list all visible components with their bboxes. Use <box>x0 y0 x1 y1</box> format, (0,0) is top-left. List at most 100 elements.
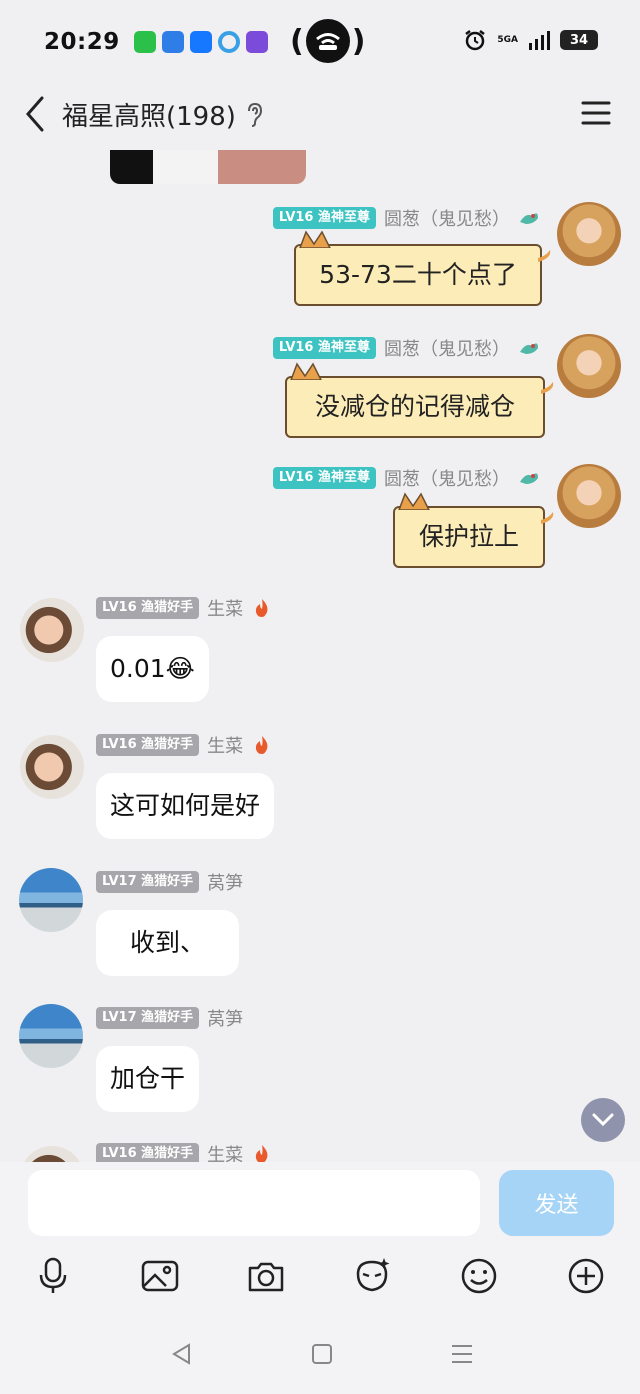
flame-tag-icon <box>256 736 268 754</box>
app-ring-icon <box>217 31 240 53</box>
microphone-icon[interactable] <box>33 1256 73 1296</box>
wechat-icon <box>133 31 156 53</box>
emoji-icon[interactable] <box>459 1256 499 1296</box>
cat-tail-decoration <box>541 382 554 394</box>
message-item: LV16 渔猎好手 生菜 0.01😂 <box>0 594 640 714</box>
avatar[interactable] <box>19 868 83 932</box>
message-text: 53-73二十个点了 <box>319 260 517 289</box>
message-bubble[interactable]: 加仓干 <box>96 1046 200 1112</box>
app-purple-icon <box>245 31 268 53</box>
dragon-tag-icon <box>520 213 538 224</box>
message-text: 加仓干 <box>110 1064 186 1093</box>
cat-ears-decoration <box>299 230 331 248</box>
alarm-icon <box>465 30 486 51</box>
camera-icon[interactable] <box>246 1256 286 1296</box>
level-badge: LV16 渔神至尊 <box>272 467 376 489</box>
sticker-icon[interactable] <box>352 1256 392 1296</box>
message-item: LV17 渔猎好手 莴笋 加仓干 <box>0 1004 640 1124</box>
flame-tag-icon <box>256 1145 268 1162</box>
sender-name: 莴笋 <box>207 873 244 894</box>
sender-meta: LV17 渔猎好手 莴笋 <box>96 870 243 894</box>
hotspot-open-paren: ( <box>290 23 304 59</box>
level-badge: LV16 渔神至尊 <box>272 337 376 359</box>
sender-meta: LV17 渔猎好手 莴笋 <box>96 1006 243 1030</box>
level-badge: LV16 渔猎好手 <box>96 597 200 619</box>
sender-meta: LV16 渔神至尊 圆葱（鬼见愁） <box>272 466 540 490</box>
sender-name: 圆葱（鬼见愁） <box>384 339 510 360</box>
message-text: 这可如何是好 <box>110 791 261 820</box>
avatar[interactable] <box>20 598 84 662</box>
sender-name: 圆葱（鬼见愁） <box>384 209 510 230</box>
system-nav-bar <box>0 1306 640 1394</box>
message-bubble[interactable]: 收到、 <box>96 910 240 976</box>
message-bubble[interactable]: 没减仓的记得减仓 <box>285 362 554 438</box>
signal-icon <box>529 31 550 50</box>
alipay-icon <box>189 31 212 53</box>
app-blue-icon <box>161 31 184 53</box>
sender-meta: LV16 渔神至尊 圆葱（鬼见愁） <box>272 336 540 360</box>
composer-toolbar <box>0 1244 640 1306</box>
flame-tag-icon <box>256 599 268 617</box>
level-badge: LV17 渔猎好手 <box>96 1007 200 1029</box>
back-arrow-icon[interactable] <box>22 94 48 134</box>
sender-name: 生菜 <box>207 736 244 757</box>
chevron-down-icon <box>592 1113 614 1127</box>
back-triangle-icon[interactable] <box>170 1342 194 1366</box>
message-bubble[interactable]: 这可如何是好 <box>96 773 275 839</box>
sender-meta: LV16 渔猎好手 生菜 <box>96 733 273 757</box>
send-button[interactable]: 发送 <box>499 1170 614 1236</box>
ear-icon[interactable] <box>244 102 264 128</box>
cat-tail-decoration <box>541 512 554 524</box>
previous-image-message[interactable] <box>110 150 306 184</box>
sender-name: 生菜 <box>207 599 244 620</box>
level-badge: LV16 渔猎好手 <box>96 1143 200 1162</box>
status-right: 5GA 34 <box>463 28 598 52</box>
home-square-icon[interactable] <box>310 1342 334 1366</box>
hotspot-indicator: ( ) <box>290 18 365 64</box>
message-item: LV16 渔神至尊 圆葱（鬼见愁） 53-73二十个点了 <box>0 202 640 322</box>
avatar[interactable] <box>557 334 621 398</box>
message-item: LV16 渔猎好手 生菜 <box>0 1140 640 1162</box>
chat-messages[interactable]: LV16 渔神至尊 圆葱（鬼见愁） 53-73二十个点了 LV16 渔神至尊 圆… <box>0 144 640 1162</box>
message-text: 0.01😂 <box>110 654 195 683</box>
status-time: 20:29 <box>44 29 120 55</box>
message-text: 保护拉上 <box>418 522 519 551</box>
battery-icon: 34 <box>560 30 598 50</box>
sender-name: 莴笋 <box>207 1009 244 1030</box>
sender-name: 圆葱（鬼见愁） <box>384 469 510 490</box>
message-input[interactable] <box>28 1170 480 1236</box>
avatar[interactable] <box>20 1146 84 1162</box>
dragon-tag-icon <box>520 343 538 354</box>
avatar[interactable] <box>557 202 621 266</box>
message-bubble[interactable]: 保护拉上 <box>393 492 554 568</box>
message-bubble[interactable]: 53-73二十个点了 <box>294 230 551 306</box>
level-badge: LV17 渔猎好手 <box>96 871 200 893</box>
avatar[interactable] <box>557 464 621 528</box>
message-text: 收到、 <box>130 928 206 957</box>
sender-name: 生菜 <box>207 1145 244 1162</box>
menu-icon[interactable] <box>580 98 612 128</box>
sender-meta: LV16 渔猎好手 生菜 <box>96 596 273 620</box>
scroll-to-bottom-button[interactable] <box>581 1098 625 1142</box>
dragon-tag-icon <box>520 473 538 484</box>
recents-lines-icon[interactable] <box>450 1342 474 1366</box>
composer: 发送 <box>0 1162 640 1244</box>
chat-header: 福星高照(198) <box>0 84 640 144</box>
avatar[interactable] <box>19 1004 83 1068</box>
plus-icon[interactable] <box>566 1256 606 1296</box>
cat-ears-decoration <box>398 492 430 510</box>
avatar[interactable] <box>20 735 84 799</box>
sender-meta: LV16 渔神至尊 圆葱（鬼见愁） <box>272 206 540 230</box>
cat-ears-decoration <box>290 362 322 380</box>
image-icon[interactable] <box>140 1256 180 1296</box>
message-text: 没减仓的记得减仓 <box>314 392 515 421</box>
message-item: LV16 渔猎好手 生菜 这可如何是好 <box>0 731 640 851</box>
level-badge: LV16 渔神至尊 <box>272 207 376 229</box>
network-label: 5GA <box>497 34 518 45</box>
message-item: LV17 渔猎好手 莴笋 收到、 <box>0 868 640 988</box>
hotspot-close-paren: ) <box>351 23 366 59</box>
level-badge: LV16 渔猎好手 <box>96 734 200 756</box>
hotspot-icon <box>305 19 350 63</box>
message-item: LV16 渔神至尊 圆葱（鬼见愁） 保护拉上 <box>0 462 640 582</box>
message-bubble[interactable]: 0.01😂 <box>96 636 209 702</box>
